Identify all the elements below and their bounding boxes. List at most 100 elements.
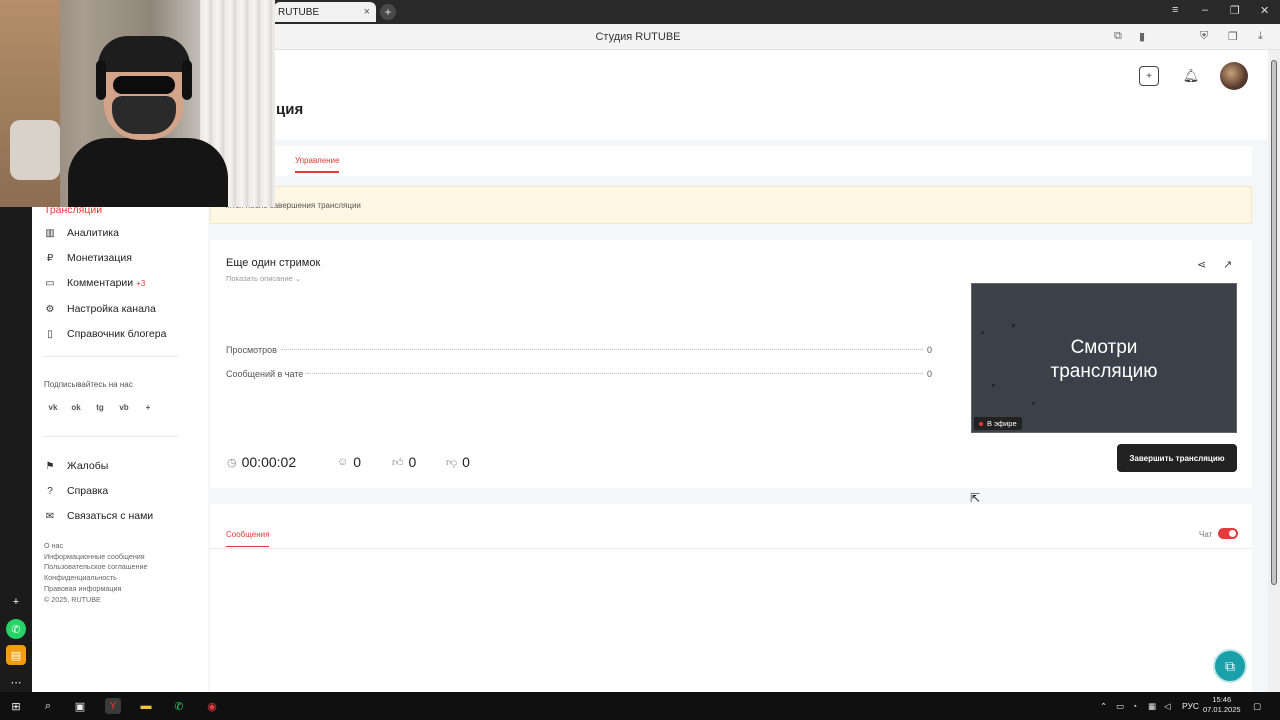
minimize-icon[interactable]: – — [1202, 4, 1208, 16]
scrollbar-thumb[interactable] — [1271, 60, 1277, 585]
open-external-icon[interactable]: ↗ — [1223, 258, 1232, 271]
whatsapp-icon[interactable]: ✆ — [6, 619, 26, 639]
shield-icon[interactable]: ⛨ — [1200, 30, 1208, 43]
taskbar: ⊞ ⌕ ▣ Y ▬ ✆ ◉ ⌃ ▭ ◔ ▦ ◁ РУС 15:46 07.01.… — [0, 692, 1280, 720]
sidebar-item-complaints[interactable]: ⚑ Жалобы — [44, 460, 109, 472]
page-scrollbar[interactable] — [1268, 50, 1280, 692]
add-icon[interactable]: + — [6, 592, 26, 612]
share-icon[interactable]: ⋖ — [1197, 258, 1206, 271]
network-icon[interactable]: ▦ — [1148, 701, 1156, 712]
volume-icon[interactable]: ◁ — [1164, 701, 1171, 712]
live-badge-label: В эфире — [987, 419, 1017, 428]
sidebar-item-monetization[interactable]: ₽ Монетизация — [44, 252, 132, 264]
stream-preview[interactable]: Смотри трансляцию В эфире — [971, 283, 1237, 433]
end-stream-button[interactable]: Завершить трансляцию — [1117, 444, 1237, 472]
file-explorer-icon[interactable]: ▬ — [138, 698, 154, 714]
extensions-icon[interactable]: ⧉ — [1114, 30, 1122, 43]
preview-speck — [981, 331, 984, 334]
tab-manage[interactable]: Управление — [295, 156, 340, 173]
footer-link-info[interactable]: Информационные сообщения — [44, 552, 148, 563]
preview-speck — [1012, 324, 1015, 327]
tray-icon[interactable]: ▭ — [1116, 701, 1124, 712]
collections-icon[interactable]: ❐ — [1228, 30, 1238, 43]
footer-link-terms[interactable]: Пользовательское соглашение — [44, 562, 148, 573]
stream-card: Еще один стримок Показать описание ⌄ Про… — [210, 240, 1252, 488]
whatsapp-icon[interactable]: ✆ — [171, 698, 187, 714]
obs-icon[interactable]: ◉ — [204, 698, 220, 714]
sidebar-item-label: Жалобы — [67, 460, 109, 472]
notifications-icon[interactable]: ▢ — [1253, 701, 1261, 712]
menu-icon[interactable]: ≡ — [1172, 4, 1178, 16]
stat-views: Просмотров 0 — [226, 345, 932, 355]
show-description-link[interactable]: Показать описание ⌄ — [226, 274, 301, 283]
stat-value: 0 — [926, 345, 932, 355]
avatar[interactable] — [1220, 62, 1248, 90]
headphones-icon — [96, 60, 106, 100]
more-social-icon[interactable]: + — [140, 399, 156, 415]
monetization-icon: ₽ — [46, 252, 54, 264]
stream-dislikes: 👎︎ 0 — [446, 454, 470, 470]
stream-tabs: Управление — [210, 146, 1252, 176]
windows-start-icon[interactable]: ⊞ — [8, 698, 24, 714]
viewers-value: 0 — [353, 454, 362, 470]
stat-label: Сообщений в чате — [226, 369, 304, 379]
tab-title: RUTUBE — [278, 6, 320, 18]
taskbar-clock[interactable]: 15:46 07.01.2025 — [1203, 695, 1241, 715]
footer-link-legal[interactable]: Правовая информация — [44, 584, 148, 595]
mail-icon: ✉ — [45, 510, 55, 522]
footer-link-privacy[interactable]: Конфиденциальность — [44, 573, 148, 584]
tray-arrow-icon[interactable]: ⌃ — [1100, 701, 1107, 712]
stream-viewers: ☺ 0 — [337, 454, 361, 470]
telegram-icon[interactable]: tg — [92, 399, 108, 415]
mouse-cursor-icon: ⇱ — [970, 491, 981, 505]
tray-icon[interactable]: ◔ — [1132, 701, 1137, 711]
maximize-icon[interactable]: ❐ — [1230, 4, 1240, 17]
upload-icon[interactable]: + — [1139, 66, 1159, 86]
footer-link-about[interactable]: О нас — [44, 541, 148, 552]
face-mask — [112, 96, 176, 134]
sidebar-item-help[interactable]: ? Справка — [44, 485, 108, 497]
sidebar-item-handbook[interactable]: ▯ Справочник блогера — [44, 328, 166, 340]
duration-value: 00:00:02 — [241, 454, 297, 470]
language-indicator[interactable]: РУС — [1182, 701, 1199, 711]
new-tab-button[interactable]: + — [380, 4, 396, 20]
sidebar-item-contact[interactable]: ✉ Связаться с нами — [44, 510, 153, 522]
browser-tab[interactable]: RUTUBE × — [274, 2, 376, 22]
stream-title: Еще один стримок — [226, 257, 321, 269]
tab-messages[interactable]: Сообщения — [226, 530, 270, 547]
handbook-icon: ▯ — [47, 328, 53, 340]
yandex-browser-icon[interactable]: Y — [105, 698, 121, 714]
more-icon[interactable]: ⋯ — [6, 672, 26, 692]
webcam-chair — [10, 120, 60, 180]
live-badge: В эфире — [974, 417, 1022, 430]
webcam-person-hair — [98, 36, 190, 72]
clock-date: 07.01.2025 — [1203, 705, 1241, 714]
viber-icon[interactable]: vb — [116, 399, 132, 415]
app-icon[interactable]: ▤ — [6, 645, 26, 665]
thumbs-down-icon: 👎︎ — [446, 456, 458, 469]
vk-icon[interactable]: vk — [45, 399, 61, 415]
flag-icon: ⚑ — [45, 460, 55, 472]
chat-toggle[interactable] — [1218, 528, 1238, 539]
close-tab-icon[interactable]: × — [364, 6, 370, 18]
task-view-icon[interactable]: ▣ — [72, 698, 88, 714]
headphones-icon — [182, 60, 192, 100]
ok-icon[interactable]: ok — [68, 399, 84, 415]
webcam-overlay — [0, 0, 275, 207]
clock-time: 15:46 — [1212, 695, 1232, 704]
support-chat-button[interactable]: ⧉ — [1213, 649, 1247, 683]
sidebar-item-channel-settings[interactable]: ⚙ Настройка канала — [44, 303, 156, 315]
stat-chat-messages: Сообщений в чате 0 — [226, 369, 932, 379]
preview-line-1: Смотри — [1070, 337, 1138, 358]
sidebar-item-label: Справочник блогера — [67, 328, 167, 340]
close-window-icon[interactable]: ✕ — [1260, 4, 1269, 17]
messages-card: Сообщения Чат — [210, 504, 1252, 692]
search-icon[interactable]: ⌕ — [40, 698, 56, 714]
sidebar-divider — [44, 356, 178, 357]
bookmark-icon[interactable]: ▮ — [1139, 30, 1145, 43]
sidebar-item-analytics[interactable]: ▥ Аналитика — [44, 227, 119, 239]
bell-icon[interactable]: 🔔︎ — [1181, 66, 1201, 86]
sidebar-item-comments[interactable]: ▭ Комментарии +3 — [44, 277, 145, 289]
messages-divider — [210, 548, 1252, 549]
download-icon[interactable]: ⤓ — [1258, 30, 1263, 43]
